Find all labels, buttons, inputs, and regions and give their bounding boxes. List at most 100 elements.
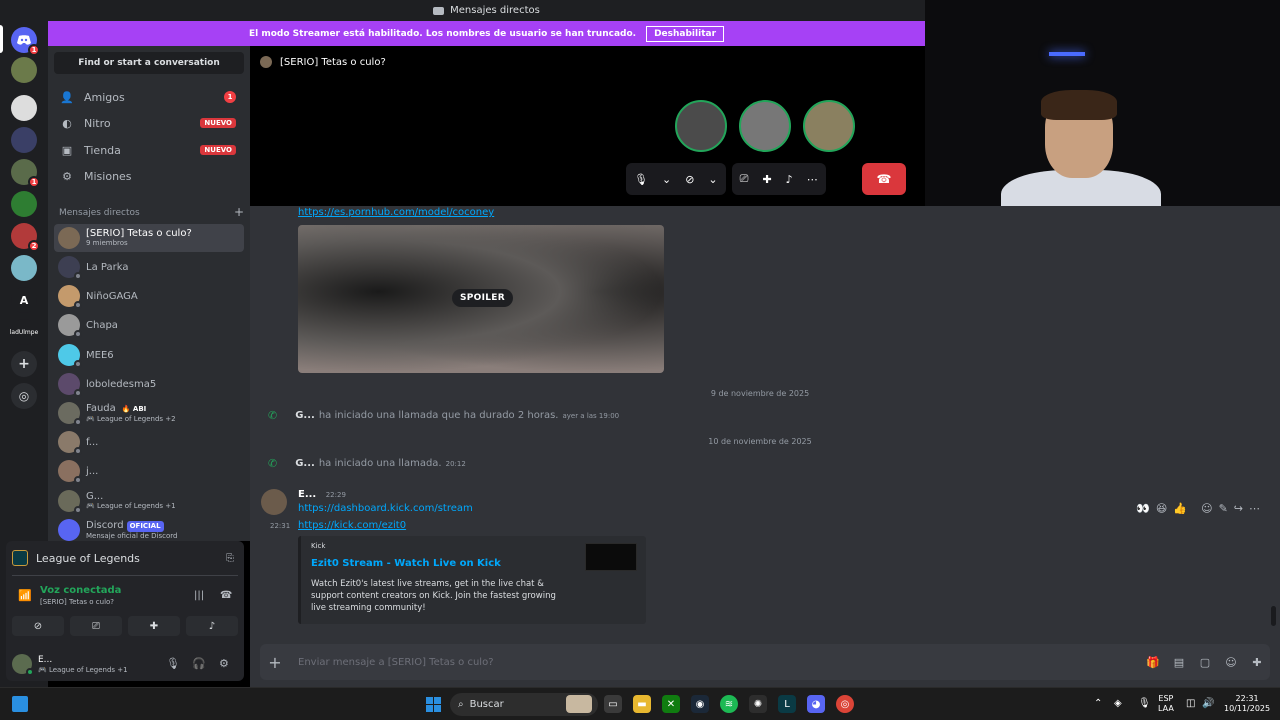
server-avatar-8[interactable]: A bbox=[11, 287, 37, 313]
clock[interactable]: 22:31 10/11/2025 bbox=[1224, 694, 1270, 714]
activities-icon[interactable]: ✚ bbox=[762, 173, 771, 186]
dm-item[interactable]: La Parka bbox=[54, 253, 244, 281]
gift-icon[interactable]: 🎁 bbox=[1140, 656, 1166, 669]
message-link[interactable]: https://es.pornhub.com/model/coconey bbox=[298, 207, 494, 218]
server-avatar-2[interactable] bbox=[11, 95, 37, 121]
spoiler-image[interactable]: SPOILER bbox=[298, 225, 664, 373]
emoji-icon[interactable]: ☺ bbox=[1218, 656, 1244, 669]
spotify-icon[interactable]: ≋ bbox=[720, 695, 738, 713]
chrome-icon[interactable]: ◎ bbox=[836, 695, 854, 713]
disable-streamer-button[interactable]: Deshabilitar bbox=[646, 25, 725, 42]
discord-taskbar-icon[interactable]: ◕ bbox=[807, 695, 825, 713]
add-server-icon[interactable]: + bbox=[11, 351, 37, 377]
dm-item[interactable]: Fauda 🔥 ABI 🎮 League of Legends +2 bbox=[54, 399, 244, 427]
participant-avatar[interactable] bbox=[675, 100, 727, 152]
sidebar-item-misiones[interactable]: ⚙ Misiones bbox=[54, 164, 244, 188]
more-icon[interactable]: ⋯ bbox=[1249, 502, 1260, 515]
sidebar-item-tienda[interactable]: ▣ Tienda NUEVO bbox=[54, 138, 244, 162]
eyes-reaction-icon[interactable]: 👀 bbox=[1136, 502, 1150, 515]
soundboard-icon[interactable]: ♪ bbox=[786, 173, 793, 186]
dm-item[interactable]: G... 🎮 League of Legends +1 bbox=[54, 487, 244, 515]
create-dm-icon[interactable]: + bbox=[234, 205, 244, 219]
sidebar-item-amigos[interactable]: 👤 Amigos 1 bbox=[54, 85, 244, 109]
task-view-icon[interactable]: ▭ bbox=[604, 695, 622, 713]
dm-item[interactable]: MEE6 bbox=[54, 341, 244, 369]
apps-icon[interactable]: ✚ bbox=[1244, 656, 1270, 669]
sticker-icon[interactable]: ▢ bbox=[1192, 656, 1218, 669]
dm-item[interactable]: f... bbox=[54, 428, 244, 456]
dm-item[interactable]: j... bbox=[54, 457, 244, 485]
discord-home-icon[interactable]: 1 bbox=[11, 27, 40, 56]
scrollbar[interactable] bbox=[1271, 606, 1276, 626]
dm-item[interactable]: loboledesma5 bbox=[54, 370, 244, 398]
dm-item[interactable]: Chapa bbox=[54, 311, 244, 339]
mic-icon[interactable]: 🎙 bbox=[634, 173, 648, 186]
attach-icon[interactable]: + bbox=[260, 653, 290, 672]
screen-share-icon[interactable]: ⎘ bbox=[226, 553, 234, 564]
screen-share-icon[interactable]: ⎚ bbox=[740, 172, 749, 186]
voice-status[interactable]: Voz conectada bbox=[40, 585, 121, 596]
disconnect-icon[interactable]: ☎ bbox=[220, 590, 232, 601]
avatar[interactable] bbox=[261, 489, 287, 515]
message-link[interactable]: https://kick.com/ezit0 bbox=[298, 520, 406, 531]
avatar[interactable] bbox=[12, 654, 34, 676]
more-icon[interactable]: ⋯ bbox=[807, 173, 818, 186]
server-avatar-1[interactable] bbox=[11, 57, 37, 83]
participant-avatar[interactable] bbox=[803, 100, 855, 152]
call-user[interactable]: G... bbox=[295, 458, 315, 469]
thumbs-up-icon[interactable]: 👍 bbox=[1173, 502, 1187, 515]
server-avatar-7[interactable] bbox=[11, 255, 37, 281]
steam-icon[interactable]: ◉ bbox=[691, 695, 709, 713]
dm-item[interactable]: NiñoGAGA bbox=[54, 282, 244, 310]
volume-icon[interactable]: 🔊 bbox=[1202, 698, 1214, 709]
voice-channel[interactable]: [SERIO] Tetas o culo? bbox=[40, 598, 114, 606]
message-input[interactable] bbox=[298, 656, 1140, 668]
embed-thumbnail[interactable] bbox=[585, 543, 637, 571]
widgets-icon[interactable] bbox=[12, 696, 28, 712]
author-name[interactable]: E... bbox=[298, 489, 316, 500]
dm-item[interactable]: Discord OFICIAL Mensaje oficial de Discord bbox=[54, 516, 244, 541]
wifi-icon[interactable]: ◫ bbox=[1186, 698, 1195, 709]
gif-icon[interactable]: ▤ bbox=[1166, 656, 1192, 669]
activities-button[interactable]: ✚ bbox=[128, 616, 180, 636]
screen-share-button[interactable]: ⎚ bbox=[70, 616, 122, 636]
camera-off-icon[interactable]: ⊘ bbox=[685, 173, 694, 186]
noise-icon[interactable]: ||| bbox=[194, 590, 204, 601]
reply-icon[interactable]: ↪ bbox=[1234, 502, 1243, 515]
headphones-icon[interactable]: 🎧 bbox=[192, 657, 206, 670]
smile-reaction-icon[interactable]: 😆 bbox=[1156, 502, 1167, 515]
message-link[interactable]: https://dashboard.kick.com/stream bbox=[298, 503, 473, 514]
server-avatar-6[interactable]: 2 bbox=[11, 223, 40, 252]
user-info[interactable]: E... 🎮 League of Legends +1 bbox=[38, 655, 128, 674]
league-icon[interactable]: L bbox=[778, 695, 796, 713]
server-avatar-4[interactable]: 1 bbox=[11, 159, 40, 188]
camera-button[interactable]: ⊘ bbox=[12, 616, 64, 636]
sidebar-item-nitro[interactable]: ◐ Nitro NUEVO bbox=[54, 111, 244, 135]
chatgpt-icon[interactable]: ✺ bbox=[749, 695, 767, 713]
discover-icon[interactable]: ◎ bbox=[11, 383, 37, 409]
server-avatar-5[interactable] bbox=[11, 191, 37, 217]
soundboard-button[interactable]: ♪ bbox=[186, 616, 238, 636]
server-avatar-9[interactable]: ladUlmpe bbox=[10, 319, 38, 345]
chevron-up-icon[interactable]: ⌃ bbox=[1094, 698, 1102, 709]
file-explorer-icon[interactable]: ▬ bbox=[633, 695, 651, 713]
language-indicator[interactable]: ESP LAA bbox=[1158, 694, 1174, 714]
game-activity[interactable]: League of Legends ⎘ bbox=[12, 547, 238, 569]
weather-app-icon[interactable] bbox=[566, 695, 592, 713]
xbox-icon[interactable]: ✕ bbox=[662, 695, 680, 713]
chevron-down-icon[interactable]: ⌄ bbox=[708, 173, 717, 186]
search-input[interactable]: Find or start a conversation bbox=[54, 52, 244, 74]
hang-up-button[interactable]: ☎ bbox=[862, 163, 906, 195]
call-user[interactable]: G... bbox=[295, 410, 315, 421]
edit-icon[interactable]: ✎ bbox=[1219, 502, 1228, 515]
add-reaction-icon[interactable]: ☺ bbox=[1201, 502, 1212, 515]
embed-title[interactable]: Ezit0 Stream - Watch Live on Kick bbox=[311, 558, 501, 569]
settings-icon[interactable]: ⚙ bbox=[219, 657, 229, 670]
security-icon[interactable]: ◈ bbox=[1114, 698, 1122, 709]
mic-tray-icon[interactable]: 🎙 bbox=[1138, 698, 1151, 709]
start-button[interactable] bbox=[426, 697, 441, 712]
server-avatar-3[interactable] bbox=[11, 127, 37, 153]
chevron-down-icon[interactable]: ⌄ bbox=[662, 173, 671, 186]
dm-item[interactable]: [SERIO] Tetas o culo? 9 miembros bbox=[54, 224, 244, 252]
mic-icon[interactable]: 🎙 bbox=[166, 657, 180, 670]
